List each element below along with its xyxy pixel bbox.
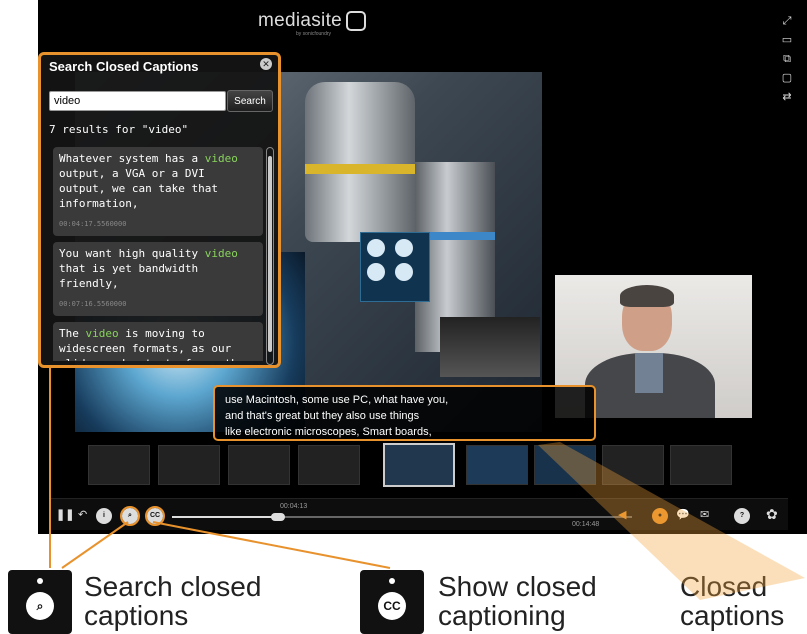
result-text: that is yet bandwidth friendly, (59, 262, 199, 290)
layout-pip-icon[interactable]: ▭ (779, 31, 795, 50)
microscope-objective (305, 82, 415, 242)
result-text: You want high quality (59, 247, 205, 260)
pause-icon[interactable]: ❚❚ (56, 508, 74, 522)
result-item[interactable]: You want high quality video that is yet … (53, 242, 263, 316)
thumbnail-selected[interactable] (383, 443, 455, 487)
search-button[interactable]: Search (227, 90, 273, 112)
info-icon[interactable]: i (96, 508, 112, 524)
screenshot-root: mediasite by sonicfoundry use Macintosh,… (0, 0, 807, 634)
swap-icon[interactable]: ⇄ (779, 88, 795, 107)
result-match: video (204, 247, 238, 260)
show-captions-highlight (145, 506, 165, 526)
search-captions-highlight (120, 506, 140, 526)
caption-line: and that's great but they also use thing… (225, 410, 420, 422)
brand-name: mediasite (258, 10, 343, 31)
search-captions-panel: Search Closed Captions ✕ Search 7 result… (38, 52, 281, 368)
comment-icon[interactable]: 💬 (676, 508, 690, 522)
video-player: mediasite by sonicfoundry use Macintosh,… (38, 0, 807, 534)
thumbnail[interactable] (534, 445, 596, 485)
result-text: Whatever system has a (59, 152, 205, 165)
email-icon[interactable]: ✉ (700, 508, 709, 522)
result-item[interactable]: Whatever system has a video output, a VG… (53, 147, 263, 236)
caption-line: like electronic microscopes, Smart board… (225, 426, 432, 438)
thumbnail[interactable] (298, 445, 360, 485)
brand-sub: by sonicfoundry (296, 31, 332, 37)
closed-caption-overlay: use Macintosh, some use PC, what have yo… (213, 385, 596, 441)
search-legend-text: Search closed captions (84, 571, 262, 631)
result-text: The (59, 327, 86, 340)
thumbnail[interactable] (670, 445, 732, 485)
search-input[interactable] (49, 91, 226, 111)
panel-title: Search Closed Captions (49, 59, 199, 74)
result-count: 7 results for "video" (49, 123, 189, 136)
layout-icons: ⤢ ▭ ⧉ ▢ ⇄ (779, 12, 795, 107)
result-timestamp: 00:07:16.5560000 (59, 300, 127, 308)
caption-line: use Macintosh, some use PC, what have yo… (225, 394, 449, 406)
result-list: Whatever system has a video output, a VG… (53, 147, 263, 361)
legend: ⌕ Search closed captions CC Show closed … (0, 562, 807, 634)
layout-single-icon[interactable]: ▢ (779, 69, 795, 88)
show-captions-legend-icon: CC (360, 570, 424, 634)
result-match: video (204, 152, 238, 165)
current-time: 00:04:13 (280, 503, 308, 510)
thumbnail[interactable] (466, 445, 528, 485)
fullscreen-icon[interactable]: ⤢ (779, 12, 795, 31)
captions-legend-text: Closed captions (680, 571, 785, 631)
slide-thumbnails (88, 443, 732, 487)
rewind-icon[interactable]: ↶ (78, 508, 87, 522)
result-timestamp: 00:04:17.5560000 (59, 220, 127, 228)
timeline-slider[interactable] (172, 513, 632, 521)
show-legend-text: Show closed captioning (438, 571, 597, 631)
mediasite-logo: mediasite by sonicfoundry (258, 10, 367, 37)
thumbnail[interactable] (88, 445, 150, 485)
timeline-handle[interactable] (270, 513, 285, 521)
result-item[interactable]: The video is moving to widescreen format… (53, 322, 263, 361)
slide-ui-panel (360, 232, 430, 302)
thumbnail[interactable] (158, 445, 220, 485)
microscope-base (440, 317, 540, 377)
control-bar: ❚❚ ↶ i ⌕ CC 00:04:13 00:14:48 ◀ ● 💬 ✉ ? … (50, 498, 788, 530)
volume-icon[interactable]: ◀ (618, 508, 626, 522)
duration: 00:14:48 (572, 521, 600, 528)
brand-mark-icon (346, 10, 367, 31)
thumbnail[interactable] (602, 445, 664, 485)
results-scrollbar[interactable] (266, 147, 274, 365)
search-captions-legend-icon: ⌕ (8, 570, 72, 634)
help-icon[interactable]: ? (734, 508, 750, 524)
result-match: video (85, 327, 119, 340)
close-icon[interactable]: ✕ (260, 58, 272, 70)
globe-icon[interactable]: ● (652, 508, 668, 524)
thumbnail[interactable] (228, 445, 290, 485)
mediasite-mark-icon[interactable]: ✿ (766, 507, 778, 521)
layout-swap-icon[interactable]: ⧉ (779, 50, 795, 69)
result-text: output, a VGA or a DVI output, we can ta… (59, 167, 218, 210)
